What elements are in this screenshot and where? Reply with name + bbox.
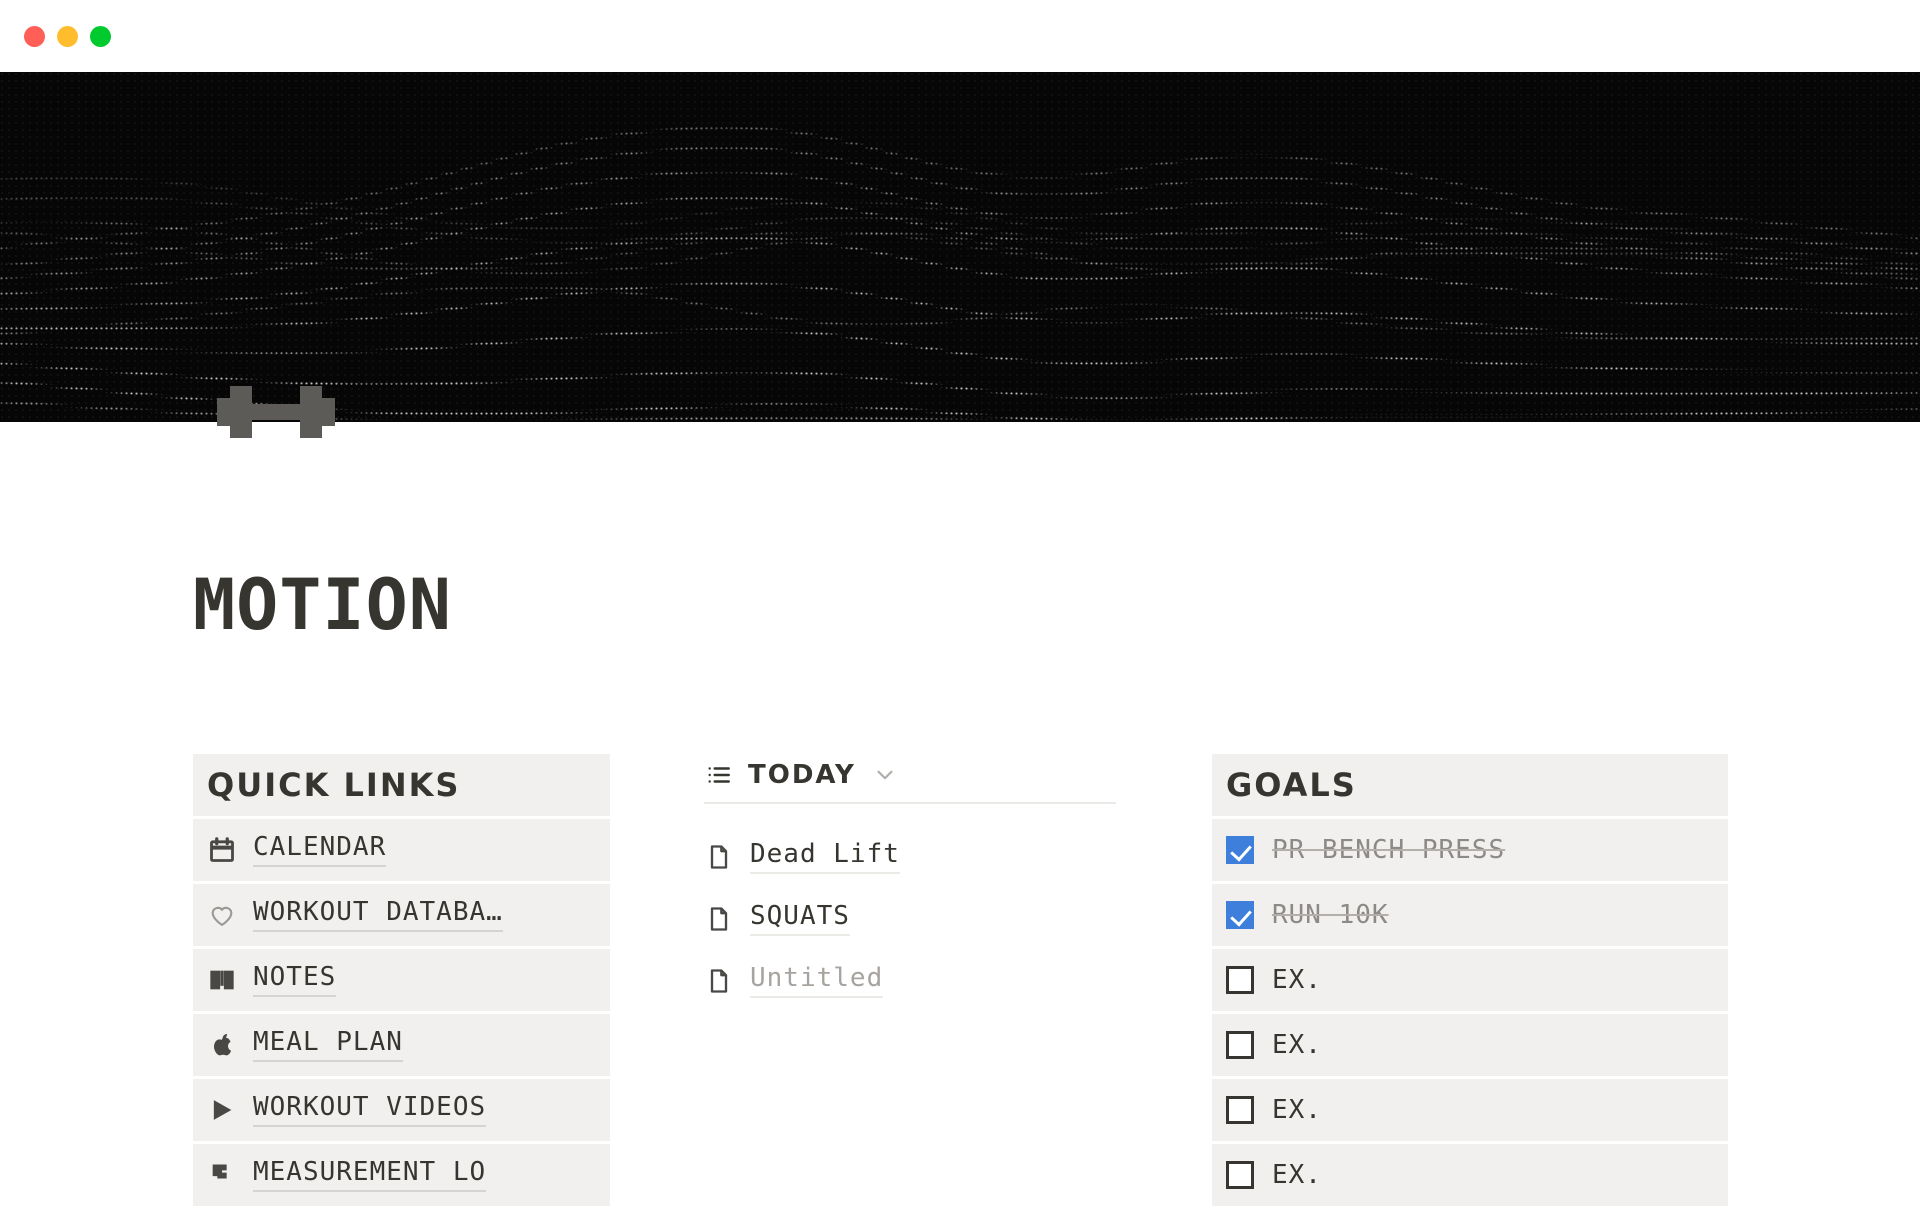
page-body: MOTION QUICK LINKS CALENDAR WORKOUT DATA… [0,422,1920,1206]
quick-link-measurement-log[interactable]: MEASUREMENT LO [193,1144,610,1206]
page-icon [704,904,734,934]
goal-row[interactable]: PR BENCH PRESS [1212,819,1728,881]
goal-label: EX. [1272,1029,1322,1060]
quick-link-label: NOTES [253,963,337,998]
quick-link-label: WORKOUT DATABA… [253,898,503,933]
quick-links-heading-label: QUICK LINKS [207,766,461,804]
today-column: TODAY Dead Lift SQUATS Untitled [704,754,1116,1012]
quick-link-notes[interactable]: NOTES [193,949,610,1011]
goals-heading-label: GOALS [1226,766,1357,804]
goal-row[interactable]: EX. [1212,1014,1728,1076]
goal-checkbox[interactable] [1226,1031,1254,1059]
goal-label: EX. [1272,964,1322,995]
today-item-squats[interactable]: SQUATS [704,888,1116,950]
quick-link-label: MEAL PLAN [253,1028,403,1063]
quick-link-label: MEASUREMENT LO [253,1158,487,1193]
quick-link-workout-videos[interactable]: WORKOUT VIDEOS [193,1079,610,1141]
page-title: MOTION [193,564,452,646]
today-divider [704,802,1116,804]
quick-link-calendar[interactable]: CALENDAR [193,819,610,881]
quick-link-label: WORKOUT VIDEOS [253,1093,487,1128]
goal-row[interactable]: RUN 10K [1212,884,1728,946]
maximize-button[interactable] [90,25,111,47]
dumbbell-glyph [217,386,335,438]
today-item-label: SQUATS [750,902,850,937]
goal-label: PR BENCH PRESS [1272,834,1506,865]
goals-column: GOALS PR BENCH PRESS RUN 10K EX. EX. EX. [1212,754,1728,1209]
today-item-label: Untitled [750,964,884,999]
quick-link-workout-database[interactable]: WORKOUT DATABA… [193,884,610,946]
today-item-untitled[interactable]: Untitled [704,950,1116,1012]
chevron-down-icon[interactable] [870,760,900,790]
goal-label: EX. [1272,1094,1322,1125]
dumbbell-icon[interactable] [212,368,340,456]
goals-heading: GOALS [1212,754,1728,816]
goal-checkbox[interactable] [1226,1096,1254,1124]
goal-label: EX. [1272,1159,1322,1190]
play-icon [207,1095,237,1125]
page-icon [704,842,734,872]
window-titlebar [0,0,1920,72]
ruler-icon [207,1160,237,1190]
page-icon [704,966,734,996]
quick-links-column: QUICK LINKS CALENDAR WORKOUT DATABA… NOT… [193,754,610,1209]
today-heading[interactable]: TODAY [704,754,1116,802]
quick-link-meal-plan[interactable]: MEAL PLAN [193,1014,610,1076]
goal-row[interactable]: EX. [1212,949,1728,1011]
close-button[interactable] [24,25,45,47]
quick-links-heading: QUICK LINKS [193,754,610,816]
apple-icon [207,1030,237,1060]
heart-icon [207,900,237,930]
calendar-icon [207,835,237,865]
goal-checkbox[interactable] [1226,836,1254,864]
quick-link-label: CALENDAR [253,833,387,868]
book-icon [207,965,237,995]
minimize-button[interactable] [57,25,78,47]
list-icon [704,760,734,790]
goal-checkbox[interactable] [1226,966,1254,994]
today-heading-label: TODAY [748,760,856,790]
goal-checkbox[interactable] [1226,1161,1254,1189]
goal-checkbox[interactable] [1226,901,1254,929]
goal-row[interactable]: EX. [1212,1144,1728,1206]
today-item-dead-lift[interactable]: Dead Lift [704,826,1116,888]
today-item-label: Dead Lift [750,840,900,875]
goal-label: RUN 10K [1272,899,1389,930]
goal-row[interactable]: EX. [1212,1079,1728,1141]
